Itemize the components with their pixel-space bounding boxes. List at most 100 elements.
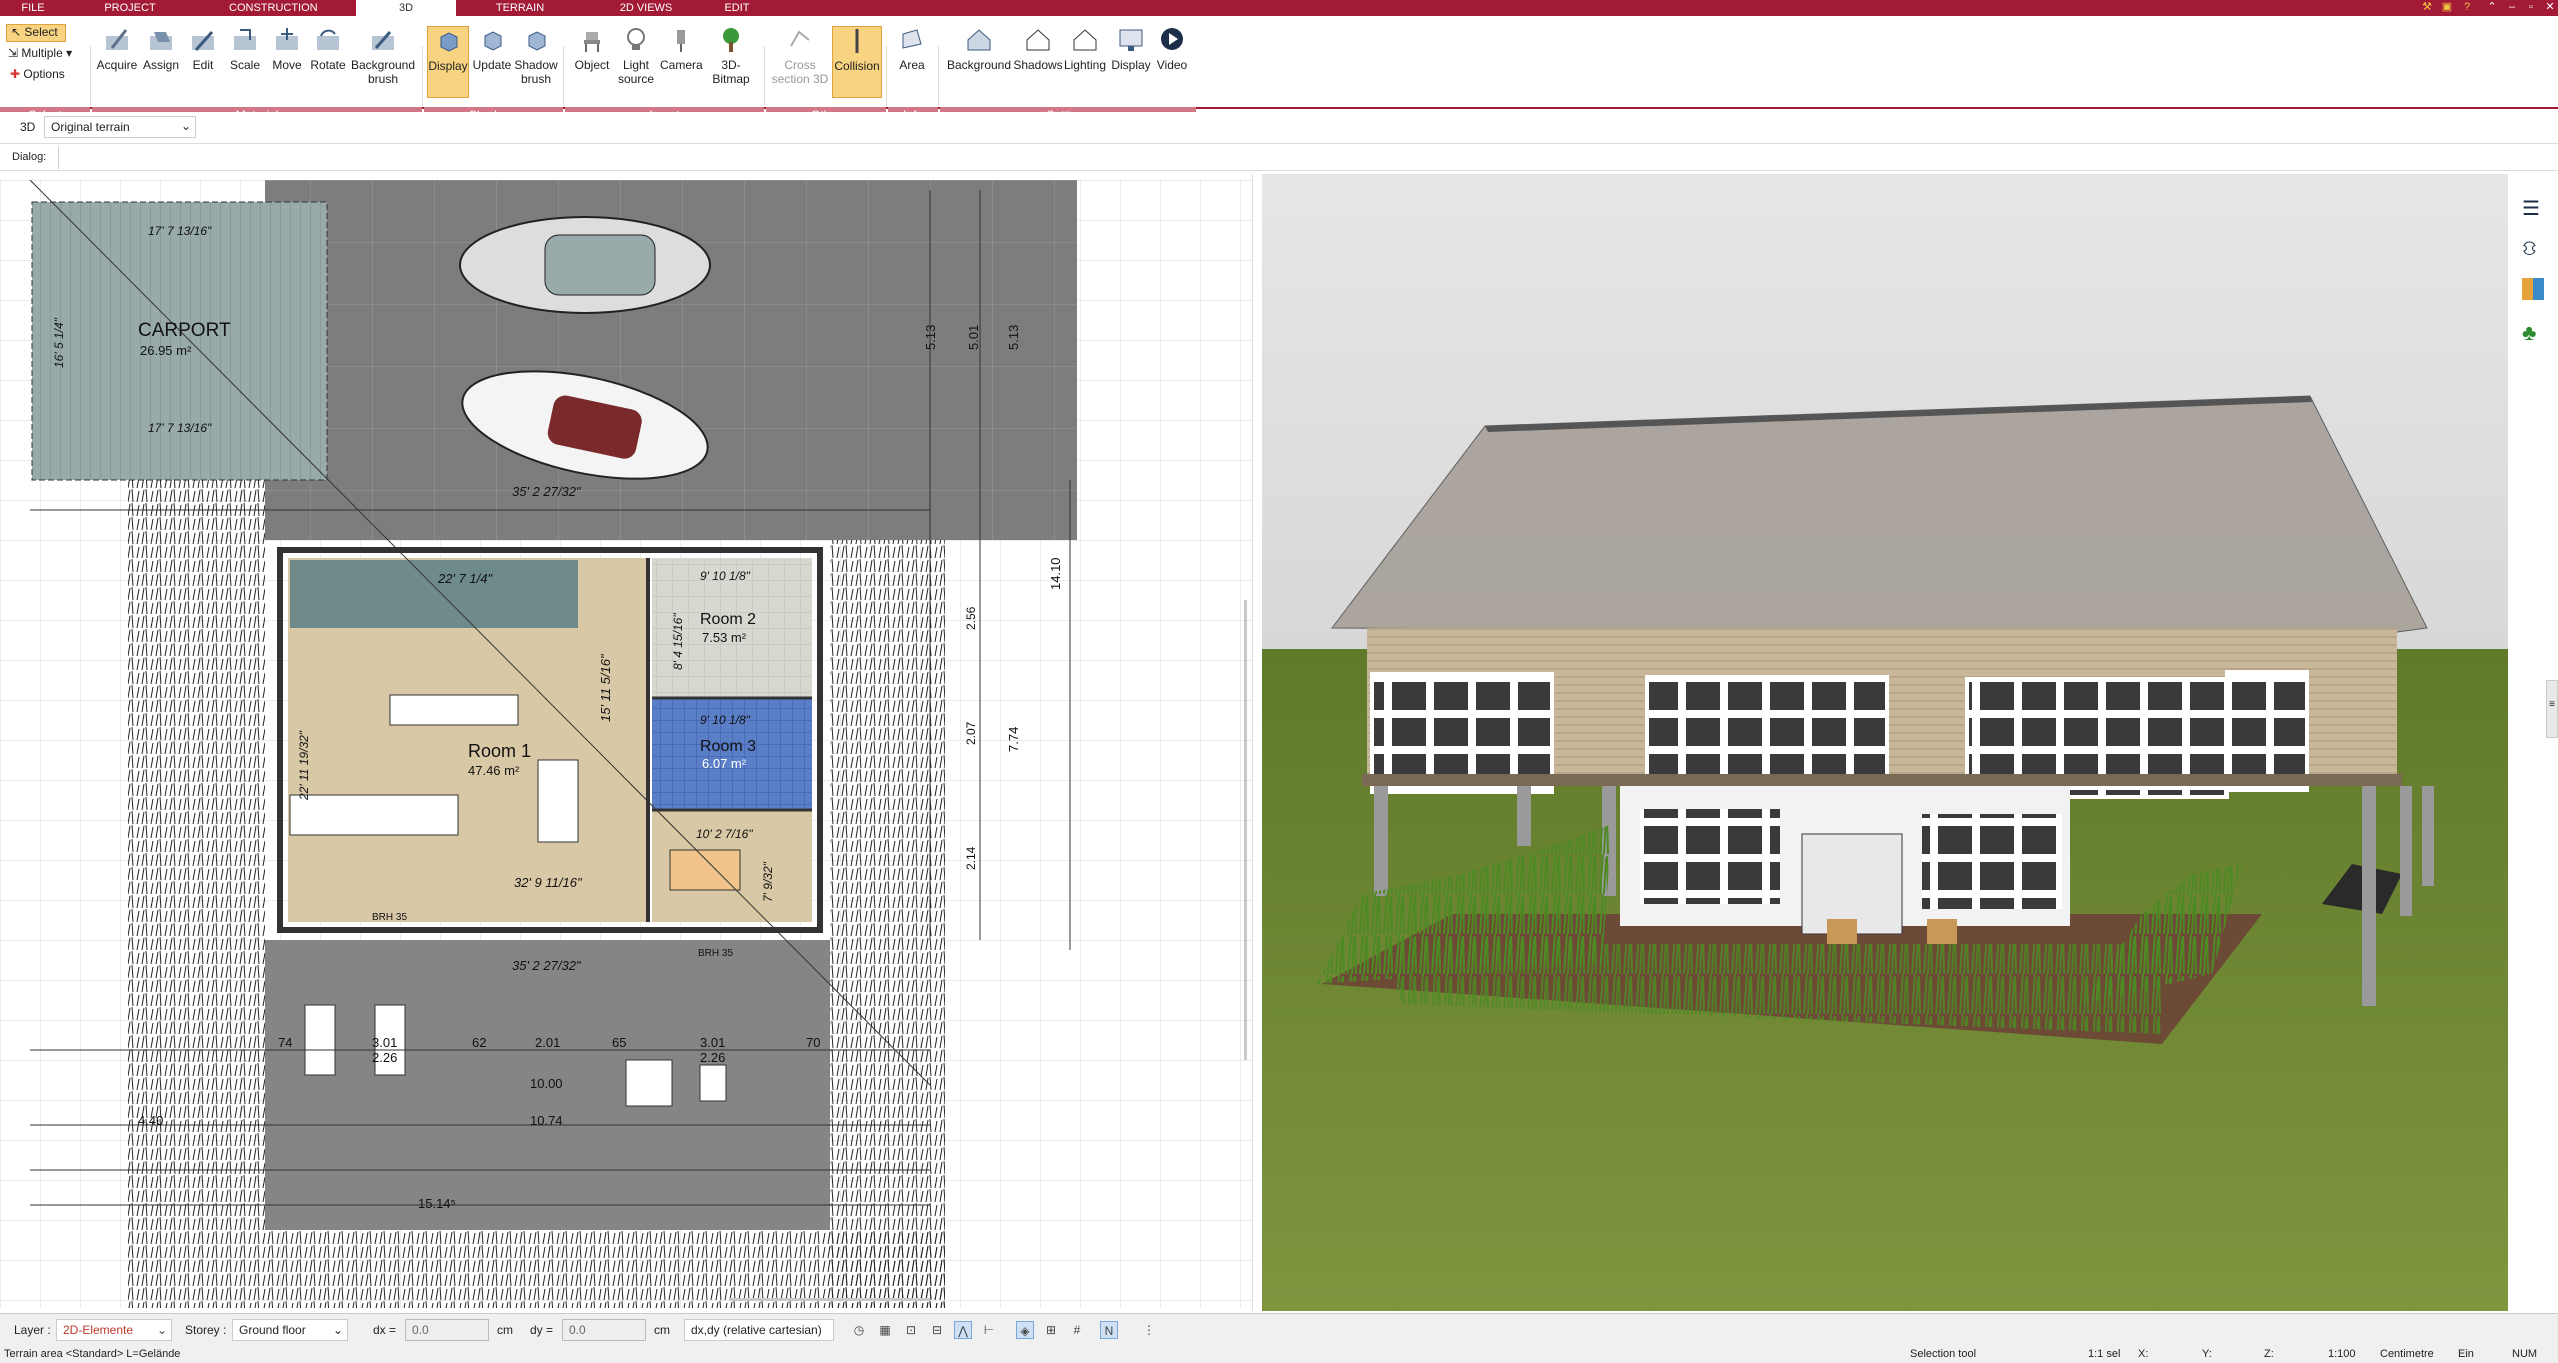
- background-button[interactable]: Background: [944, 26, 1014, 98]
- rotate-icon: [317, 29, 339, 50]
- background-brush-button[interactable]: Background brush: [350, 26, 416, 98]
- room2-area: 7.53 m²: [702, 630, 747, 645]
- dx-label: dx =: [373, 1323, 397, 1337]
- terrace-table[interactable]: [625, 1059, 673, 1107]
- rotate-button[interactable]: Rotate: [308, 26, 348, 98]
- house-light-icon: [1073, 29, 1097, 51]
- dim-terrace: 35' 2 27/32": [512, 958, 582, 973]
- chevron-down-icon: ⌄: [156, 1323, 167, 1337]
- multiple-button[interactable]: ⇲ Multiple ▾: [8, 46, 72, 60]
- sofa[interactable]: [537, 759, 579, 843]
- coord-mode-select[interactable]: dx,dy (relative cartesian): [684, 1319, 834, 1341]
- snap-angle-icon[interactable]: ⋀: [954, 1321, 972, 1339]
- terrace-chair[interactable]: [699, 1064, 727, 1102]
- tab-file[interactable]: FILE: [16, 0, 50, 16]
- car-dark[interactable]: [459, 216, 711, 314]
- lounger[interactable]: [304, 1004, 336, 1076]
- carport-area: 26.95 m²: [140, 343, 192, 358]
- layers-icon[interactable]: ☰: [2522, 196, 2540, 221]
- lightbulb-icon: [627, 28, 645, 50]
- materials-icon[interactable]: [2522, 278, 2544, 300]
- snap-active-icon[interactable]: ◈: [1016, 1321, 1034, 1339]
- snap-point-icon[interactable]: ⊡: [902, 1321, 920, 1339]
- edit-button[interactable]: Edit: [184, 26, 222, 98]
- more-icon[interactable]: ⋮: [1140, 1321, 1158, 1339]
- dy-unit: cm: [654, 1323, 670, 1337]
- plants-icon[interactable]: ♣: [2522, 320, 2536, 346]
- display-shadows-button[interactable]: Display: [427, 26, 469, 98]
- light-source-button[interactable]: Light source: [612, 26, 660, 98]
- floor-plan-view[interactable]: CARPORT 26.95 m² 17' 7 13/16" 17' 7 13/1…: [0, 180, 1252, 1308]
- object-button[interactable]: Object: [570, 26, 614, 98]
- kitchen-island[interactable]: [389, 694, 519, 726]
- plan-scrollbar-h[interactable]: [730, 1298, 930, 1301]
- lock-icon[interactable]: ▣: [2440, 1, 2454, 14]
- grid-icon[interactable]: #: [1068, 1321, 1086, 1339]
- area-button[interactable]: Area: [892, 26, 932, 98]
- dy-input[interactable]: 0.0: [562, 1319, 646, 1341]
- storey-select[interactable]: Ground floor ⌄: [232, 1319, 348, 1341]
- terrain-select[interactable]: Original terrain ⌄: [44, 116, 196, 138]
- close-icon[interactable]: ✕: [2543, 1, 2557, 14]
- scale-button[interactable]: Scale: [226, 26, 264, 98]
- roof[interactable]: [1330, 395, 2428, 635]
- scale-icon: [234, 29, 256, 50]
- tab-edit[interactable]: EDIT: [720, 0, 754, 16]
- furniture-icon[interactable]: ⛻: [2522, 238, 2537, 263]
- dim-1000: 10.00: [530, 1076, 563, 1091]
- collision-button[interactable]: Collision: [832, 26, 882, 98]
- grass-bottom: [265, 1230, 945, 1308]
- tools-icon[interactable]: ⚒: [2420, 1, 2434, 14]
- dimension-icon[interactable]: ⊞: [1042, 1321, 1060, 1339]
- clock-icon[interactable]: ◷: [850, 1321, 868, 1339]
- tab-construction[interactable]: CONSTRUCTION: [225, 0, 320, 16]
- display-settings-button[interactable]: Display: [1108, 26, 1154, 98]
- staircase[interactable]: [290, 560, 578, 628]
- snap-grid-icon[interactable]: ▦: [876, 1321, 894, 1339]
- panel-handle[interactable]: ≡: [2546, 680, 2558, 738]
- storey-label: Storey :: [185, 1323, 227, 1337]
- window[interactable]: [2225, 670, 2309, 792]
- acquire-button[interactable]: Acquire: [96, 26, 138, 98]
- select-button[interactable]: ↖ Select: [6, 24, 66, 42]
- dim-70: 70: [806, 1035, 820, 1050]
- shadow-brush-button[interactable]: Shadow brush: [513, 26, 559, 98]
- move-button[interactable]: Move: [268, 26, 306, 98]
- play-icon: [1161, 28, 1183, 50]
- plan-scrollbar-v[interactable]: [1244, 600, 1247, 1060]
- bitmap-button[interactable]: 3D-Bitmap: [703, 26, 759, 98]
- tab-3d[interactable]: 3D: [356, 0, 456, 16]
- minimize-icon[interactable]: –: [2505, 1, 2519, 14]
- house-shadow-icon: [1026, 29, 1050, 51]
- lighting-button[interactable]: Lighting: [1058, 26, 1112, 98]
- camera-button[interactable]: Camera: [660, 26, 703, 98]
- tab-2d-views[interactable]: 2D VIEWS: [615, 0, 677, 16]
- kitchen-counter[interactable]: [289, 794, 459, 836]
- video-button[interactable]: Video: [1152, 26, 1192, 98]
- collision-icon: [855, 29, 859, 53]
- tab-project[interactable]: PROJECT: [100, 0, 160, 16]
- ribbon-toggle-icon[interactable]: ⌃: [2485, 1, 2499, 14]
- carport[interactable]: [31, 201, 328, 481]
- patio-chair: [1927, 919, 1957, 944]
- 3d-canvas[interactable]: [1262, 174, 2508, 1311]
- split-divider[interactable]: [1252, 174, 1262, 1311]
- 3d-view[interactable]: [1262, 174, 2508, 1311]
- snap-line-icon[interactable]: ⊟: [928, 1321, 946, 1339]
- maximize-icon[interactable]: ▫: [2524, 1, 2538, 14]
- plan-canvas[interactable]: CARPORT 26.95 m² 17' 7 13/16" 17' 7 13/1…: [0, 180, 1252, 1308]
- layer-select[interactable]: 2D-Elemente ⌄: [56, 1319, 172, 1341]
- help-icon[interactable]: ?: [2460, 1, 2474, 14]
- dim-256: 2.56: [964, 606, 978, 630]
- assign-button[interactable]: Assign: [140, 26, 182, 98]
- brush-icon: [372, 31, 394, 50]
- options-button[interactable]: ✚ Options: [10, 67, 65, 81]
- window[interactable]: [1640, 809, 1780, 904]
- dx-input[interactable]: 0.0: [405, 1319, 489, 1341]
- window[interactable]: [1922, 814, 2062, 909]
- tab-terrain[interactable]: TERRAIN: [490, 0, 550, 16]
- north-icon[interactable]: N: [1100, 1321, 1118, 1339]
- ortho-icon[interactable]: ⊢: [980, 1321, 998, 1339]
- cross-section-3d-button[interactable]: Cross section 3D: [770, 26, 830, 98]
- update-button[interactable]: Update: [471, 26, 513, 98]
